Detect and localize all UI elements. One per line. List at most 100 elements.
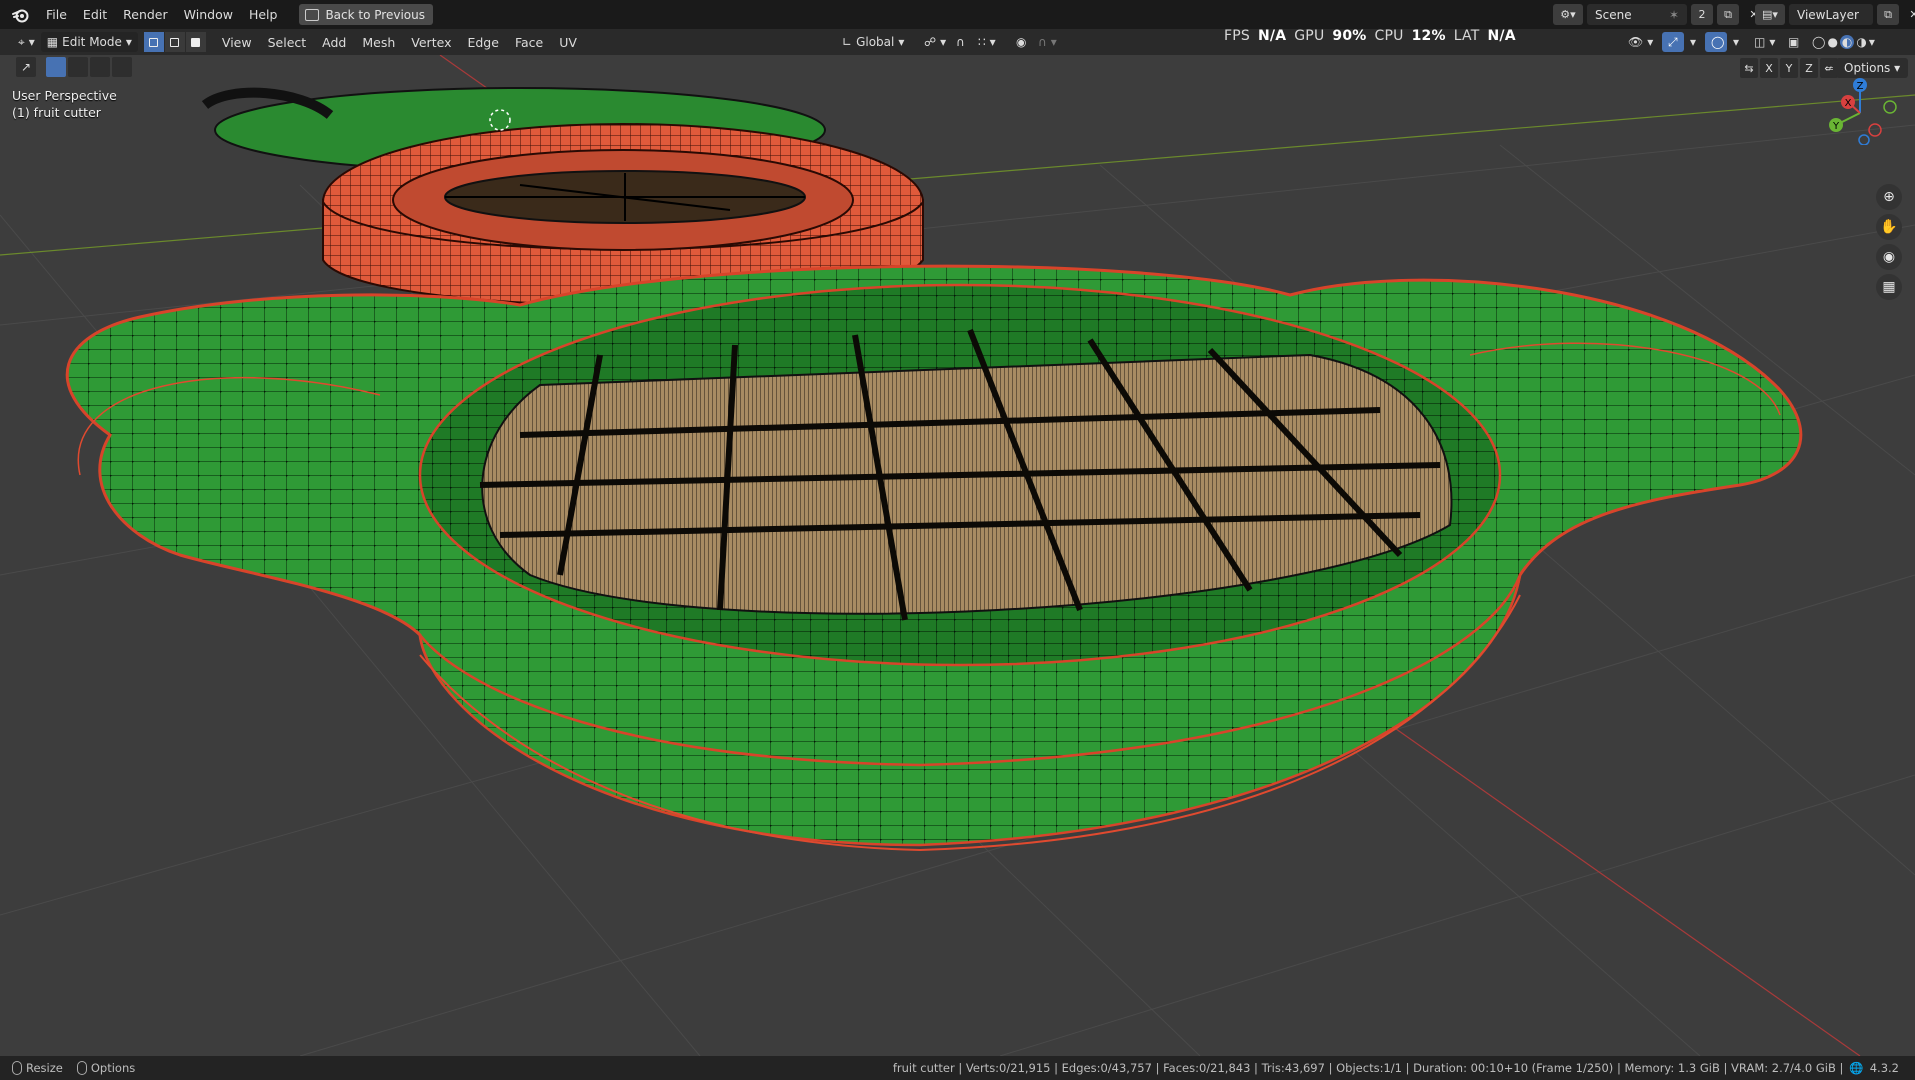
options-hint-label: Options: [90, 1060, 136, 1075]
shading-dropdown[interactable]: ▾: [1869, 35, 1875, 49]
camera-view-icon[interactable]: ◉: [1876, 244, 1902, 270]
menu-edge[interactable]: Edge: [459, 32, 506, 53]
wireframe-shading-icon[interactable]: ◯: [1812, 35, 1825, 49]
overlay-toggle[interactable]: ◯: [1705, 32, 1727, 52]
overlay-icon: ◯: [1711, 35, 1725, 49]
active-object-name: (1) fruit cutter: [12, 105, 101, 120]
gizmo-toggle[interactable]: ⤢: [1662, 32, 1684, 52]
status-hints: Resize Options: [12, 1061, 135, 1076]
perspective-toggle-icon[interactable]: ▦: [1876, 274, 1902, 300]
chevron-down-icon: ▾: [125, 35, 132, 49]
editor-type-dropdown[interactable]: ⌖ ▾: [12, 32, 41, 52]
face-select-button[interactable]: [185, 32, 206, 52]
menu-select[interactable]: Select: [260, 32, 315, 53]
options-hint: Options: [76, 1060, 136, 1076]
gizmo-x-label: X: [1845, 98, 1852, 109]
select-tool-icon[interactable]: ↗: [16, 57, 36, 77]
3d-viewport[interactable]: User Perspective (1) fruit cutter ↗ ⇆ X …: [0, 55, 1915, 1056]
vertex-select-button[interactable]: [143, 32, 164, 52]
resize-hint: Resize: [12, 1061, 63, 1076]
orientation-label: Global: [856, 35, 895, 49]
menu-file[interactable]: File: [38, 4, 75, 25]
select-subtract-icon[interactable]: [90, 57, 110, 77]
viewlayer-browse-icon[interactable]: ▤▾: [1755, 4, 1785, 25]
menu-window[interactable]: Window: [176, 4, 241, 25]
solid-shading-icon[interactable]: ●: [1827, 35, 1837, 49]
back-to-previous-button[interactable]: Back to Previous: [299, 4, 433, 25]
magnet-icon: ∩: [956, 35, 965, 49]
mesh-edit-overlay-dropdown[interactable]: ◫ ▾: [1748, 32, 1781, 52]
fruit-cutter-mesh[interactable]: [65, 264, 1803, 852]
pivot-point-dropdown[interactable]: ☍ ▾: [918, 32, 952, 52]
falloff-icon: ∩: [1038, 35, 1047, 49]
lat-label: LAT: [1453, 28, 1480, 44]
tool-settings-row: ↗: [16, 57, 36, 77]
falloff-dropdown[interactable]: ∩ ▾: [1032, 32, 1063, 52]
material-shading-icon[interactable]: ◐: [1839, 35, 1855, 49]
rendered-shading-icon[interactable]: ◑: [1856, 35, 1866, 49]
menu-add[interactable]: Add: [314, 32, 354, 53]
xray-toggle[interactable]: ▣: [1782, 32, 1805, 52]
mirror-toggle-icon[interactable]: ⇆: [1740, 58, 1758, 78]
options-label: Options: [1844, 61, 1891, 75]
mode-dropdown[interactable]: ▦ Edit Mode ▾: [40, 32, 138, 52]
performance-stats: FPS N/A GPU 90% CPU 12% LAT N/A: [1224, 28, 1516, 44]
edge-select-button[interactable]: [164, 32, 185, 52]
transform-orientation-dropdown[interactable]: ∟ Global ▾: [836, 32, 910, 52]
pan-hand-icon[interactable]: ✋: [1876, 214, 1902, 240]
cpu-value: 12%: [1411, 28, 1446, 44]
menu-view[interactable]: View: [214, 32, 260, 53]
select-intersect-icon[interactable]: [112, 57, 132, 77]
menu-mesh[interactable]: Mesh: [354, 32, 403, 53]
cpu-label: CPU: [1374, 28, 1404, 44]
overlay-dropdown[interactable]: ▾: [1727, 32, 1745, 52]
menu-face[interactable]: Face: [507, 32, 551, 53]
scene-name: Scene: [1595, 7, 1632, 22]
status-bar: Resize Options fruit cutter | Verts:0/21…: [0, 1056, 1915, 1080]
pin-icon[interactable]: ✶: [1669, 8, 1679, 22]
menu-render[interactable]: Render: [115, 4, 176, 25]
scene-user-count[interactable]: 2: [1691, 4, 1713, 25]
snap-toggle[interactable]: ∩: [950, 32, 971, 52]
mesh-overlay-icon: ◫: [1754, 35, 1766, 49]
scene-browse-icon[interactable]: ⚙▾: [1553, 4, 1583, 25]
gpu-value: 90%: [1332, 28, 1367, 44]
menu-help[interactable]: Help: [241, 4, 286, 25]
viewport-canvas[interactable]: [0, 55, 1915, 1056]
zoom-icon[interactable]: ⊕: [1876, 184, 1902, 210]
editor-type-icon: ⌖: [18, 34, 25, 49]
new-viewlayer-icon[interactable]: ⧉: [1877, 4, 1899, 25]
resize-label: Resize: [26, 1060, 63, 1075]
axis-y-toggle[interactable]: Y: [1780, 58, 1798, 78]
edit-mode-icon: ▦: [46, 35, 59, 49]
axis-x-toggle[interactable]: X: [1760, 58, 1778, 78]
new-scene-icon[interactable]: ⧉: [1717, 4, 1739, 25]
scene-name-field[interactable]: Scene ✶: [1587, 4, 1687, 25]
snap-grid-icon: ∷: [978, 35, 986, 49]
globe-icon: 🌐: [1849, 1061, 1864, 1075]
object-visibility-dropdown[interactable]: 👁 ▾: [1622, 32, 1659, 52]
select-extend-icon[interactable]: [68, 57, 88, 77]
menu-vertex[interactable]: Vertex: [403, 32, 459, 53]
shading-buttons: ◯ ● ◐ ◑ ▾: [1806, 32, 1881, 52]
gizmo-dropdown[interactable]: ▾: [1684, 32, 1702, 52]
navigation-gizmo[interactable]: Z Y X: [1820, 75, 1900, 145]
blender-logo-icon[interactable]: [10, 4, 32, 26]
delete-viewlayer-icon[interactable]: ✕: [1903, 4, 1915, 25]
select-new-icon[interactable]: [46, 57, 66, 77]
proportional-edit-toggle[interactable]: ◉: [1010, 32, 1032, 52]
axis-z-toggle[interactable]: Z: [1800, 58, 1818, 78]
scene-stats-text: fruit cutter | Verts:0/21,915 | Edges:0/…: [892, 1061, 1844, 1075]
mouse-icon: [12, 1061, 22, 1076]
menu-uv[interactable]: UV: [551, 32, 585, 53]
menu-edit[interactable]: Edit: [75, 4, 115, 25]
blender-window: File Edit Render Window Help Back to Pre…: [0, 0, 1915, 1080]
viewlayer-name-field[interactable]: ViewLayer: [1789, 4, 1873, 25]
screen-icon: [305, 8, 320, 21]
select-mode-buttons: [143, 32, 206, 52]
viewport-header: ⌖ ▾ ▦ Edit Mode ▾ View Select Add Mesh Ve…: [0, 29, 1915, 55]
lat-value: N/A: [1487, 28, 1516, 44]
scene-selector: ⚙▾ Scene ✶ 2 ⧉ ✕: [1553, 4, 1765, 25]
mouse-icon: [76, 1061, 87, 1076]
snap-target-dropdown[interactable]: ∷ ▾: [972, 32, 1002, 52]
